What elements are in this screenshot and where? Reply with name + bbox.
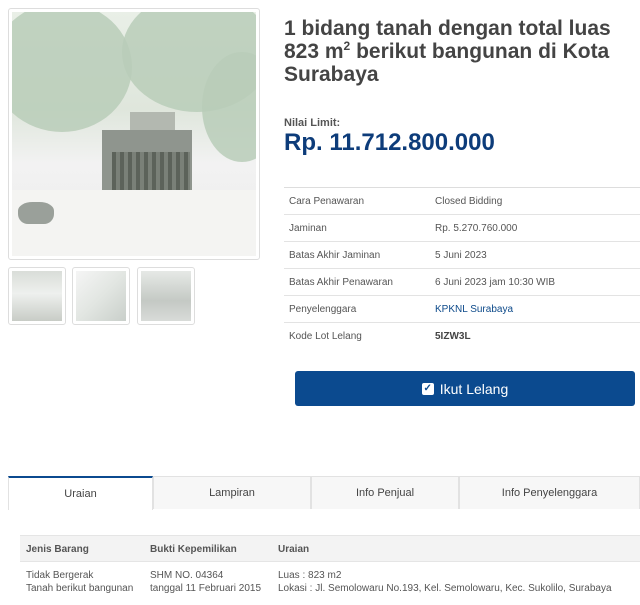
info-value: Closed Bidding: [430, 187, 640, 215]
info-row: Kode Lot Lelang 5IZW3L: [284, 322, 640, 350]
auction-info-table: Cara Penawaran Closed Bidding Jaminan Rp…: [284, 187, 640, 350]
detail-table-header: Jenis Barang Bukti Kepemilikan Uraian: [20, 535, 640, 562]
column-header: Bukti Kepemilikan: [150, 544, 237, 555]
column-header: Uraian: [278, 544, 310, 555]
info-row: Penyelenggara KPKNL Surabaya: [284, 295, 640, 323]
thumbnail-2[interactable]: [72, 267, 130, 325]
check-square-icon: ✓: [421, 382, 434, 395]
info-row: Batas Akhir Penawaran 6 Juni 2023 jam 10…: [284, 268, 640, 296]
bukti-kepemilikan-cell: SHM NO. 04364 tanggal 11 Februari 2015: [150, 570, 262, 594]
info-value: 5 Juni 2023: [430, 241, 640, 269]
tab-lampiran[interactable]: Lampiran: [153, 476, 311, 509]
uraian-cell: Luas : 823 m2 Lokasi : Jl. Semolowaru No…: [278, 570, 612, 594]
info-label: Batas Akhir Penawaran: [284, 268, 430, 296]
thumbnail-3[interactable]: [137, 267, 195, 325]
info-label: Penyelenggara: [284, 295, 430, 323]
info-row: Cara Penawaran Closed Bidding: [284, 187, 640, 215]
ikut-lelang-label: Ikut Lelang: [439, 380, 509, 397]
info-label: Cara Penawaran: [284, 187, 430, 215]
info-label: Batas Akhir Jaminan: [284, 241, 430, 269]
info-label: Jaminan: [284, 214, 430, 242]
main-photo[interactable]: [8, 8, 260, 260]
tab-info-penjual[interactable]: Info Penjual: [311, 476, 459, 509]
info-row: Jaminan Rp. 5.270.760.000: [284, 214, 640, 242]
table-row: Tidak Bergerak Tanah berikut bangunan SH…: [20, 566, 640, 605]
tab-uraian[interactable]: Uraian: [8, 476, 153, 510]
nilai-limit-value: Rp. 11.712.800.000: [284, 129, 495, 156]
info-value: Rp. 5.270.760.000: [430, 214, 640, 242]
column-header: Jenis Barang: [26, 544, 89, 555]
nilai-limit-label: Nilai Limit:: [284, 117, 341, 129]
lot-title: 1 bidang tanah dengan total luas 823 m2 …: [284, 17, 611, 86]
thumbnail-1[interactable]: [8, 267, 66, 325]
detail-tabs: Uraian Lampiran Info Penjual Info Penyel…: [8, 476, 640, 510]
info-label: Kode Lot Lelang: [284, 322, 430, 350]
property-photo: [12, 12, 256, 256]
ikut-lelang-button[interactable]: ✓ Ikut Lelang: [295, 371, 635, 406]
info-value: 6 Juni 2023 jam 10:30 WIB: [430, 268, 640, 296]
info-value: 5IZW3L: [430, 322, 640, 350]
tab-info-penyelenggara[interactable]: Info Penyelenggara: [459, 476, 640, 509]
penyelenggara-link[interactable]: KPKNL Surabaya: [430, 295, 640, 323]
jenis-barang-cell: Tidak Bergerak Tanah berikut bangunan: [26, 570, 134, 594]
info-row: Batas Akhir Jaminan 5 Juni 2023: [284, 241, 640, 269]
